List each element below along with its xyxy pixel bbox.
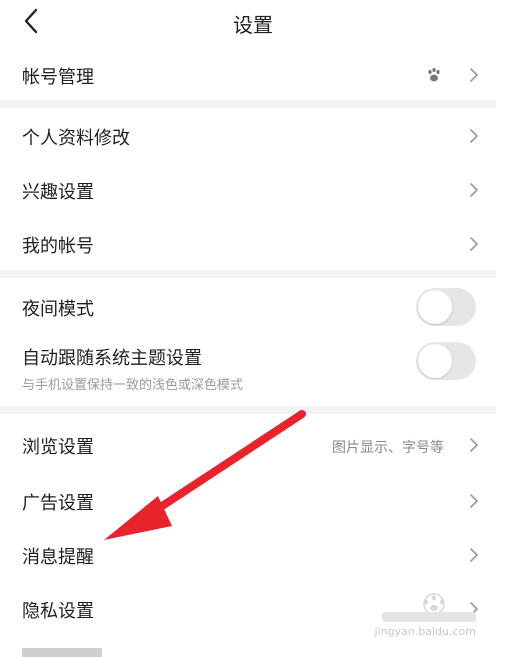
row-interest[interactable]: 兴趣设置: [0, 164, 506, 216]
row-cut-off: [0, 644, 506, 657]
section-divider: [0, 100, 496, 108]
row-label: 广告设置: [22, 493, 94, 514]
chevron-right-icon: [470, 548, 478, 562]
section-divider: [0, 406, 496, 414]
cut-off-label: [22, 648, 102, 657]
chevron-right-icon: [470, 494, 478, 508]
chevron-right-icon: [470, 129, 478, 143]
row-label: 我的帐号: [22, 236, 94, 257]
row-label: 个人资料修改: [22, 128, 130, 149]
row-label: 消息提醒: [22, 547, 94, 568]
row-profile-edit[interactable]: 个人资料修改: [0, 110, 506, 162]
row-label: 兴趣设置: [22, 182, 94, 203]
row-label: 夜间模式: [22, 299, 94, 320]
baidu-paw-icon: [428, 67, 440, 82]
row-label: 浏览设置: [22, 437, 94, 458]
top-bar: 设置: [0, 0, 506, 42]
row-ads[interactable]: 广告设置: [0, 474, 506, 528]
row-my-account[interactable]: 我的帐号: [0, 218, 506, 270]
row-night-mode: 夜间模式: [0, 280, 506, 334]
chevron-right-icon: [470, 183, 478, 197]
row-browse[interactable]: 浏览设置 图片显示、字号等: [0, 418, 506, 472]
chevron-right-icon: [470, 68, 478, 82]
row-label: 隐私设置: [22, 601, 94, 622]
row-auto-theme: 自动跟随系统主题设置 与手机设置保持一致的浅色或深色模式: [0, 336, 506, 400]
row-notify[interactable]: 消息提醒: [0, 528, 506, 582]
auto-theme-toggle[interactable]: [416, 342, 476, 380]
row-label: 帐号管理: [22, 67, 94, 88]
browse-hint: 图片显示、字号等: [332, 440, 444, 456]
toggle-knob: [418, 344, 452, 378]
night-mode-toggle[interactable]: [416, 288, 476, 326]
row-sublabel: 与手机设置保持一致的浅色或深色模式: [22, 378, 244, 393]
row-account-manage[interactable]: 帐号管理: [0, 50, 506, 100]
page-title: 设置: [233, 13, 273, 37]
section-divider: [0, 270, 496, 278]
toggle-knob: [418, 290, 452, 324]
chevron-right-icon: [470, 438, 478, 452]
watermark-url: jingyan.baidu.com: [374, 625, 476, 638]
row-label: 自动跟随系统主题设置: [22, 348, 202, 369]
chevron-right-icon: [470, 237, 478, 251]
